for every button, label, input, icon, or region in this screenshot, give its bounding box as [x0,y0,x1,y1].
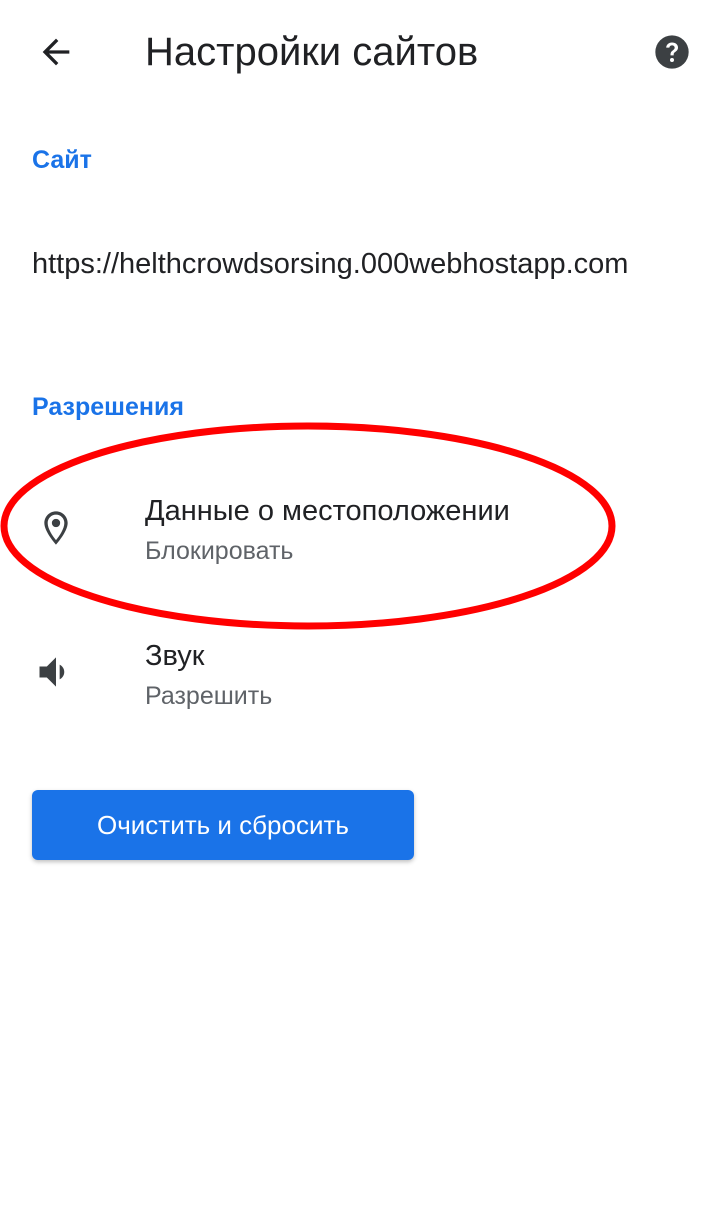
permission-item-location[interactable]: Данные о местоположении Блокировать [0,470,720,580]
site-url: https://helthcrowdsorsing.000webhostapp.… [32,248,629,280]
permission-title: Данные о местоположении [145,495,510,527]
permission-value: Блокировать [145,537,294,565]
clear-and-reset-button[interactable]: Очистить и сбросить [32,790,414,860]
arrow-back-icon [42,38,70,66]
back-button[interactable] [24,20,88,84]
volume-icon [32,648,80,696]
site-section-header: Сайт [32,146,92,174]
page-title: Настройки сайтов [145,30,479,74]
app-bar: Настройки сайтов [0,0,720,104]
location-pin-icon [32,504,80,552]
permission-item-sound[interactable]: Звук Разрешить [0,616,720,726]
permission-value: Разрешить [145,682,273,710]
help-button[interactable] [650,30,694,74]
help-icon [655,35,689,69]
permissions-section-header: Разрешения [32,393,184,421]
permission-title: Звук [145,640,205,672]
